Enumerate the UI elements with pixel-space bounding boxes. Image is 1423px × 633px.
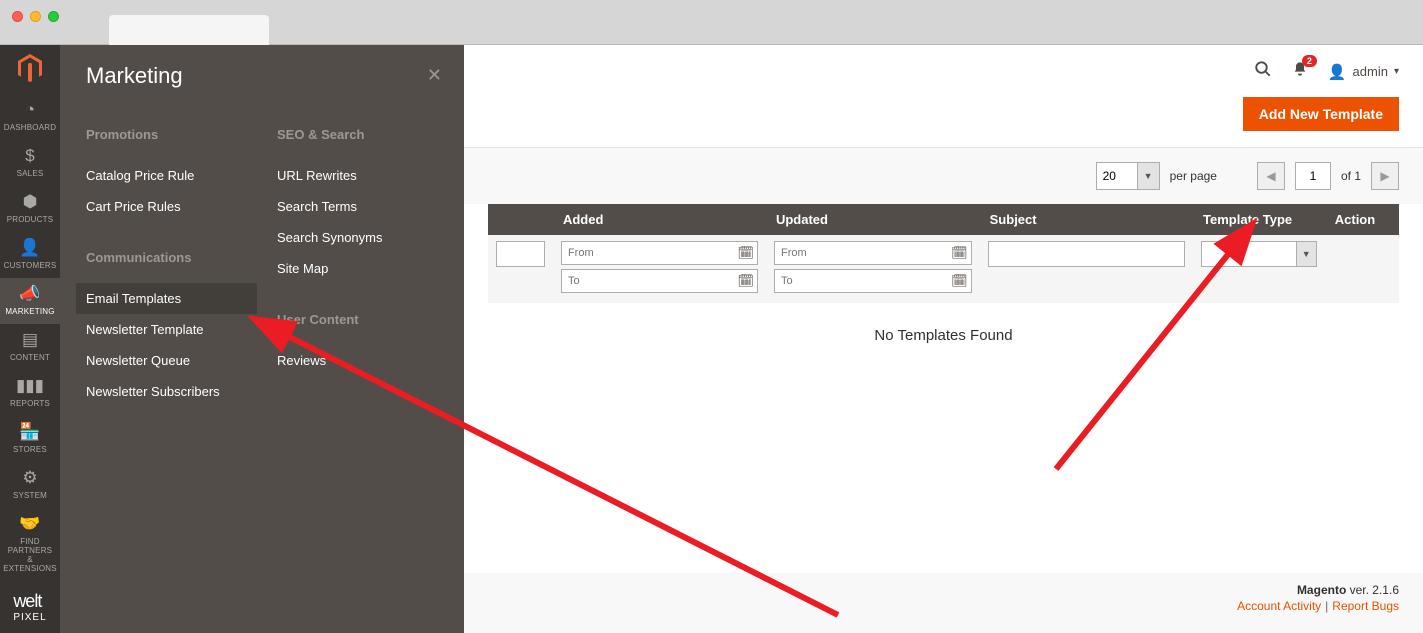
megaphone-icon: 📣 [0, 284, 60, 304]
account-activity-link[interactable]: Account Activity [1237, 599, 1321, 613]
user-menu[interactable]: 👤 admin ▾ [1328, 63, 1399, 81]
browser-chrome [0, 0, 1423, 45]
page-size-input[interactable] [1096, 162, 1138, 190]
filter-template-type-select[interactable]: ▼ [1201, 241, 1317, 267]
action-bar: Add New Template [464, 93, 1423, 148]
username-label: admin [1353, 64, 1388, 79]
submenu-heading-promotions: Promotions [86, 127, 247, 142]
dollar-icon: $ [0, 146, 60, 166]
search-icon[interactable] [1254, 60, 1272, 83]
submenu-link-cart-price-rules[interactable]: Cart Price Rules [86, 191, 247, 222]
nav-sales[interactable]: $SALES [0, 140, 60, 186]
per-page-label: per page [1170, 169, 1217, 183]
notifications-icon[interactable]: 2 [1292, 61, 1308, 82]
footer-product: Magento [1297, 583, 1346, 597]
submenu-link-newsletter-template[interactable]: Newsletter Template [86, 314, 247, 345]
submenu-link-catalog-price-rule[interactable]: Catalog Price Rule [86, 160, 247, 191]
col-added[interactable]: Added [553, 204, 766, 235]
current-page-input[interactable] [1295, 162, 1331, 190]
submenu-link-newsletter-subscribers[interactable]: Newsletter Subscribers [86, 376, 247, 407]
col-updated[interactable]: Updated [766, 204, 980, 235]
submenu-link-newsletter-queue[interactable]: Newsletter Queue [86, 345, 247, 376]
nav-reports[interactable]: ▮▮▮REPORTS [0, 370, 60, 416]
nav-dashboard[interactable]: ◔DASHBOARD [0, 94, 60, 140]
page-total-label: of 1 [1341, 169, 1361, 183]
submenu-link-search-terms[interactable]: Search Terms [277, 191, 438, 222]
templates-grid: Added Updated Subject Template Type Acti… [488, 204, 1399, 368]
gear-icon: ⚙ [0, 468, 60, 488]
maximize-window-icon[interactable] [48, 11, 59, 22]
left-nav: ◔DASHBOARD $SALES ⬢PRODUCTS 👤CUSTOMERS 📣… [0, 45, 60, 633]
filter-added-to[interactable] [561, 269, 758, 293]
calendar-icon[interactable]: 🗓 [737, 245, 754, 261]
chevron-down-icon: ▾ [1394, 66, 1399, 77]
nav-customers[interactable]: 👤CUSTOMERS [0, 232, 60, 278]
page-footer: Magento ver. 2.1.6 Account Activity|Repo… [464, 573, 1423, 633]
next-page-button[interactable]: ▶ [1371, 162, 1399, 190]
minimize-window-icon[interactable] [30, 11, 41, 22]
submenu-link-reviews[interactable]: Reviews [277, 345, 438, 376]
col-action: Action [1325, 204, 1399, 235]
notification-badge: 2 [1302, 55, 1317, 67]
nav-stores[interactable]: 🏪STORES [0, 416, 60, 462]
nav-products[interactable]: ⬢PRODUCTS [0, 186, 60, 232]
report-bugs-link[interactable]: Report Bugs [1332, 599, 1399, 613]
nav-find-partners[interactable]: 🤝FIND PARTNERS & EXTENSIONS [0, 508, 60, 581]
col-template-type[interactable]: Template Type [1193, 204, 1325, 235]
window-controls [12, 11, 59, 22]
submenu-link-email-templates[interactable]: Email Templates [76, 283, 257, 314]
main-content: 2 👤 admin ▾ Add New Template ▼ per page … [464, 45, 1423, 633]
submenu-link-url-rewrites[interactable]: URL Rewrites [277, 160, 438, 191]
nav-system[interactable]: ⚙SYSTEM [0, 462, 60, 508]
submenu-link-search-synonyms[interactable]: Search Synonyms [277, 222, 438, 253]
submenu-heading-user-content: User Content [277, 312, 438, 327]
calendar-icon[interactable]: 🗓 [951, 273, 968, 289]
handshake-icon: 🤝 [0, 514, 60, 534]
calendar-icon[interactable]: 🗓 [951, 245, 968, 261]
filter-updated-from[interactable] [774, 241, 972, 265]
chevron-down-icon: ▼ [1296, 242, 1316, 266]
filter-added-from[interactable] [561, 241, 758, 265]
calendar-icon[interactable]: 🗓 [737, 273, 754, 289]
bar-chart-icon: ▮▮▮ [0, 376, 60, 396]
dashboard-icon: ◔ [0, 100, 60, 120]
user-icon: 👤 [1328, 63, 1347, 81]
submenu-title: Marketing [86, 63, 438, 89]
browser-tab[interactable] [109, 15, 269, 45]
layout-icon: ▤ [0, 330, 60, 350]
person-icon: 👤 [0, 238, 60, 258]
page-size-select[interactable]: ▼ [1096, 162, 1160, 190]
add-new-template-button[interactable]: Add New Template [1243, 97, 1399, 131]
submenu-heading-seo: SEO & Search [277, 127, 438, 142]
submenu-heading-communications: Communications [86, 250, 247, 265]
topbar: 2 👤 admin ▾ [464, 45, 1423, 93]
nav-content[interactable]: ▤CONTENT [0, 324, 60, 370]
filter-subject-input[interactable] [988, 241, 1185, 267]
prev-page-button[interactable]: ◀ [1257, 162, 1285, 190]
filter-id-input[interactable] [496, 241, 545, 267]
chevron-down-icon[interactable]: ▼ [1138, 162, 1160, 190]
nav-marketing[interactable]: 📣MARKETING [0, 278, 60, 324]
cube-icon: ⬢ [0, 192, 60, 212]
empty-message: No Templates Found [488, 303, 1399, 368]
store-icon: 🏪 [0, 422, 60, 442]
submenu-panel: Marketing ✕ Promotions Catalog Price Rul… [60, 45, 464, 633]
magento-logo-icon[interactable] [17, 51, 43, 84]
brand-footer: weltPIXEL [13, 581, 46, 633]
col-subject[interactable]: Subject [980, 204, 1193, 235]
grid-toolbar: ▼ per page ◀ of 1 ▶ [464, 148, 1423, 204]
close-icon[interactable]: ✕ [427, 65, 442, 86]
close-window-icon[interactable] [12, 11, 23, 22]
filter-updated-to[interactable] [774, 269, 972, 293]
submenu-link-site-map[interactable]: Site Map [277, 253, 438, 284]
footer-version: ver. 2.1.6 [1350, 583, 1399, 597]
